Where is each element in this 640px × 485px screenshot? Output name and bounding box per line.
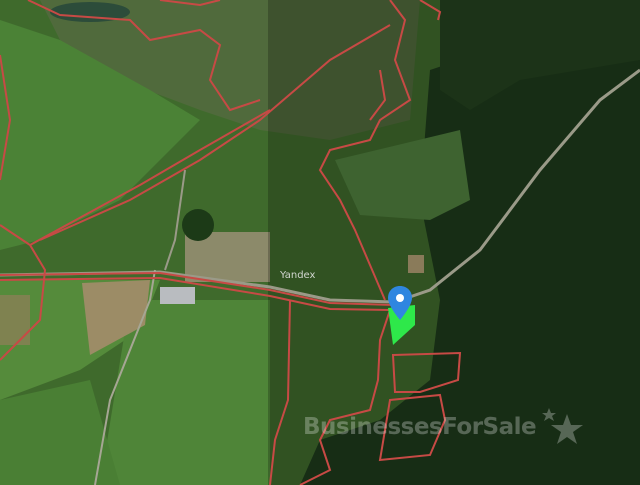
- tree-clump: [182, 209, 214, 241]
- watermark-text: BusinessesForSale: [303, 414, 537, 440]
- brown-plot: [408, 255, 424, 273]
- watermark: BusinessesForSale: [303, 408, 588, 458]
- building: [160, 287, 195, 304]
- provider-label: Yandex: [280, 270, 316, 281]
- location-pin-icon[interactable]: [388, 286, 412, 320]
- satellite-map[interactable]: Yandex BusinessesForSale: [0, 0, 640, 485]
- bare-field-3: [0, 295, 30, 345]
- stars-icon: [542, 408, 583, 444]
